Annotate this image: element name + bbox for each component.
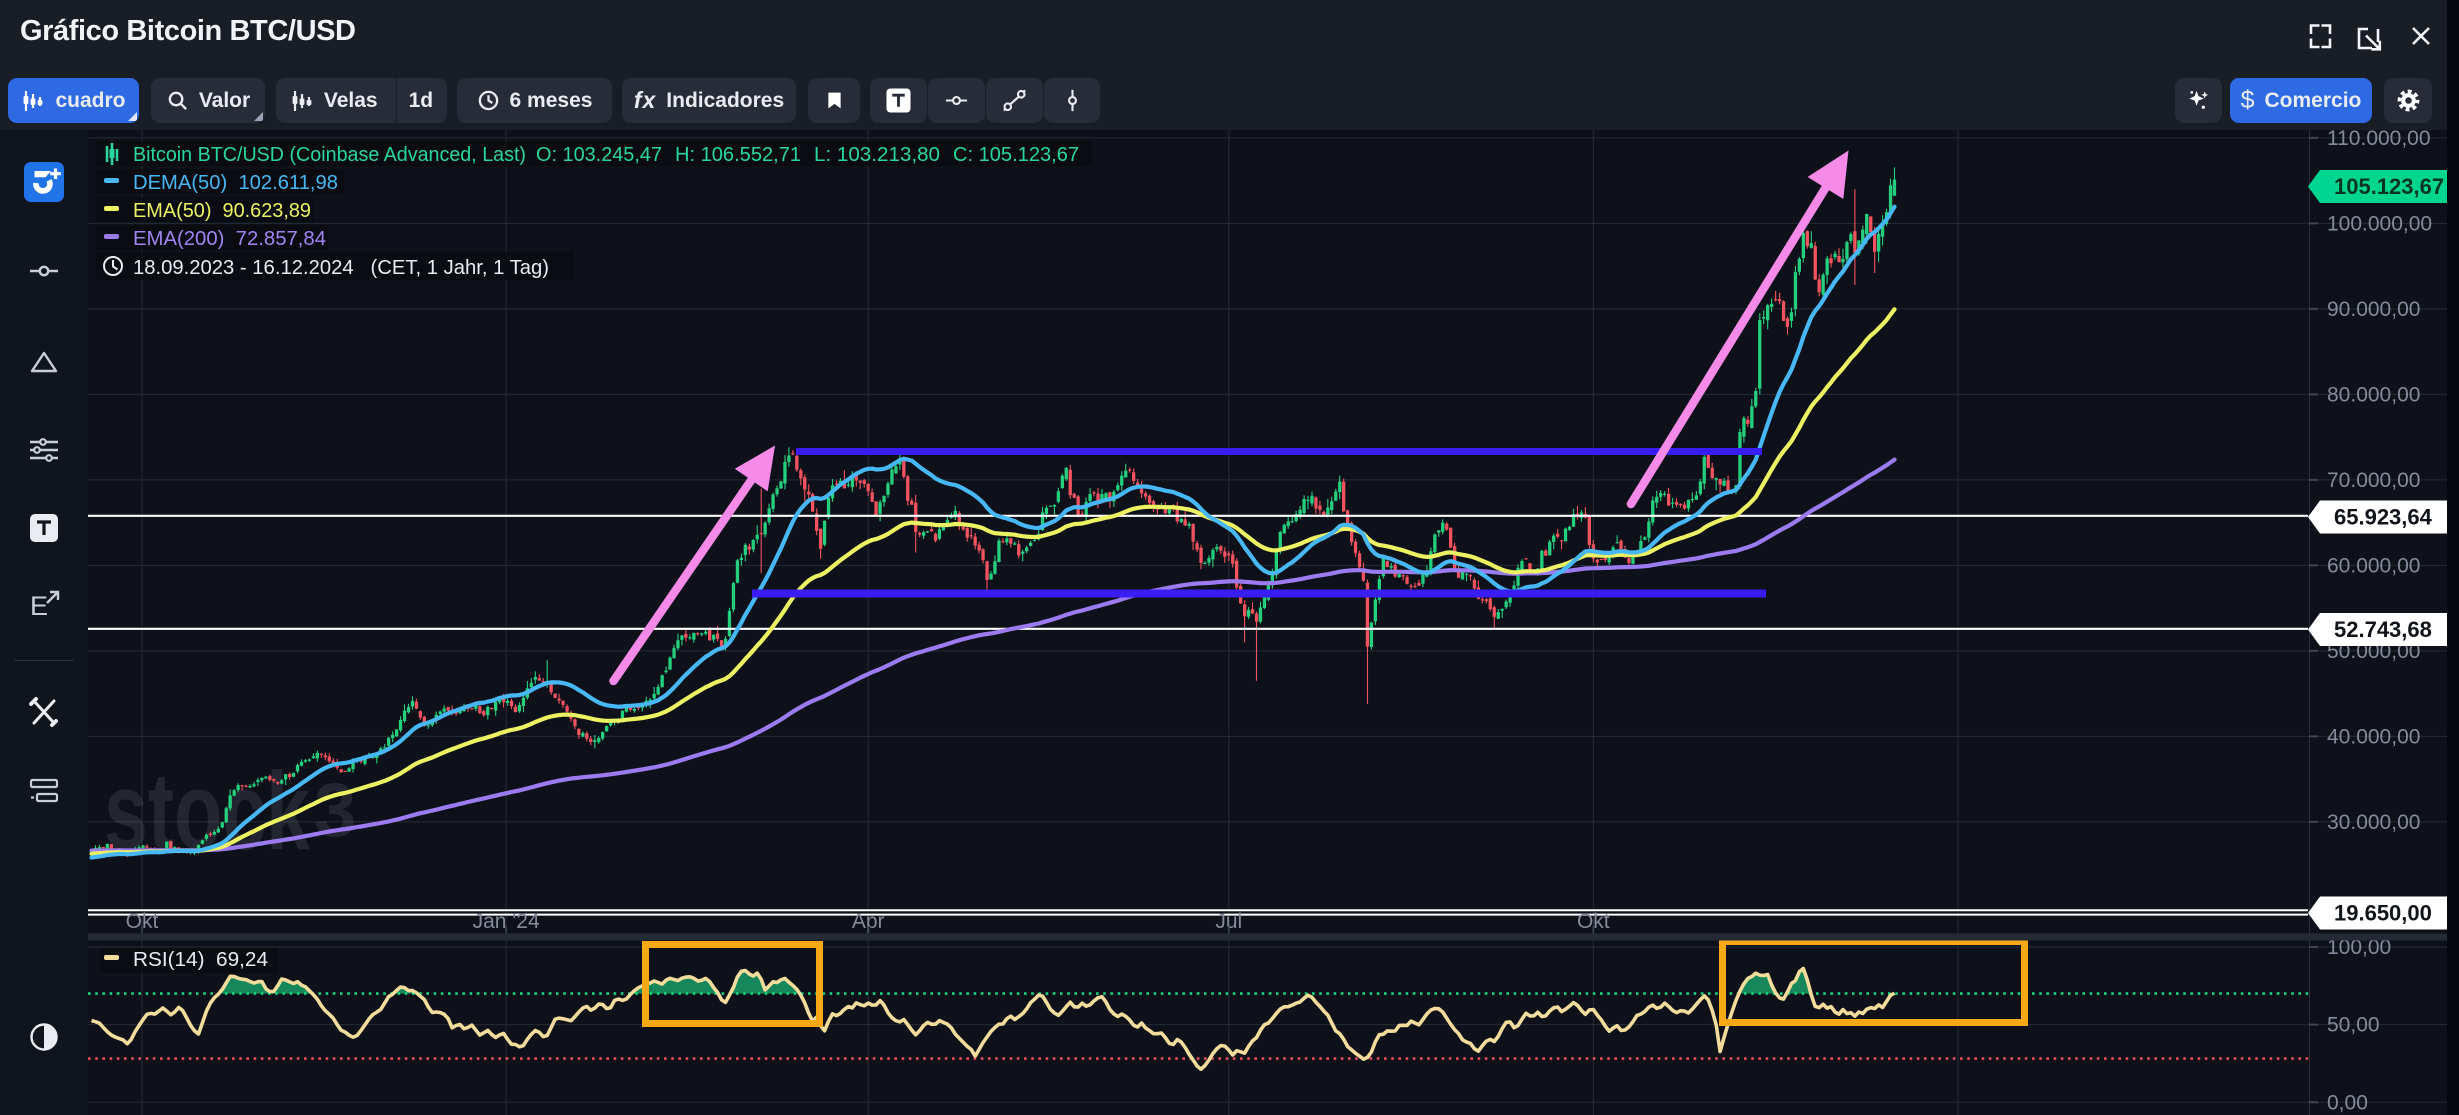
svg-text:EMA(50) 90.623,89: EMA(50) 90.623,89	[133, 199, 311, 222]
svg-text:DEMA(50) 102.611,98: DEMA(50) 102.611,98	[133, 171, 338, 194]
svg-text:65.923,64: 65.923,64	[2334, 505, 2433, 530]
svg-text:60.000,00: 60.000,00	[2327, 554, 2420, 577]
svg-text:C: 105.123,67: C: 105.123,67	[953, 143, 1079, 166]
svg-text:40.000,00: 40.000,00	[2327, 725, 2420, 748]
svg-text:80.000,00: 80.000,00	[2327, 383, 2420, 406]
svg-text:RSI(14) 69,24: RSI(14) 69,24	[133, 948, 268, 971]
svg-text:90.000,00: 90.000,00	[2327, 298, 2420, 321]
svg-text:18.09.2023 - 16.12.2024 (CET: 18.09.2023 - 16.12.2024 (CET, 1 Jahr, 1 …	[133, 256, 549, 279]
svg-text:H: 106.552,71: H: 106.552,71	[675, 143, 801, 166]
svg-text:3: 3	[314, 768, 356, 853]
svg-text:O: 103.245,47: O: 103.245,47	[536, 143, 662, 166]
svg-text:110.000,00: 110.000,00	[2327, 127, 2431, 150]
svg-text:52.743,68: 52.743,68	[2334, 617, 2432, 642]
svg-text:EMA(200) 72.857,84: EMA(200) 72.857,84	[133, 227, 326, 250]
svg-text:19.650,00: 19.650,00	[2334, 901, 2432, 926]
svg-text:30.000,00: 30.000,00	[2327, 811, 2420, 834]
svg-text:Bitcoin BTC/USD (Coinbase Adva: Bitcoin BTC/USD (Coinbase Advanced, Last…	[133, 143, 526, 166]
svg-text:50,00: 50,00	[2327, 1014, 2380, 1037]
svg-text:70.000,00: 70.000,00	[2327, 469, 2420, 492]
svg-text:0,00: 0,00	[2327, 1091, 2368, 1114]
svg-text:105.123,67: 105.123,67	[2334, 174, 2444, 199]
svg-text:100.000,00: 100.000,00	[2327, 212, 2432, 235]
svg-text:E: E	[30, 591, 48, 621]
svg-text:L: 103.213,80: L: 103.213,80	[814, 143, 940, 166]
